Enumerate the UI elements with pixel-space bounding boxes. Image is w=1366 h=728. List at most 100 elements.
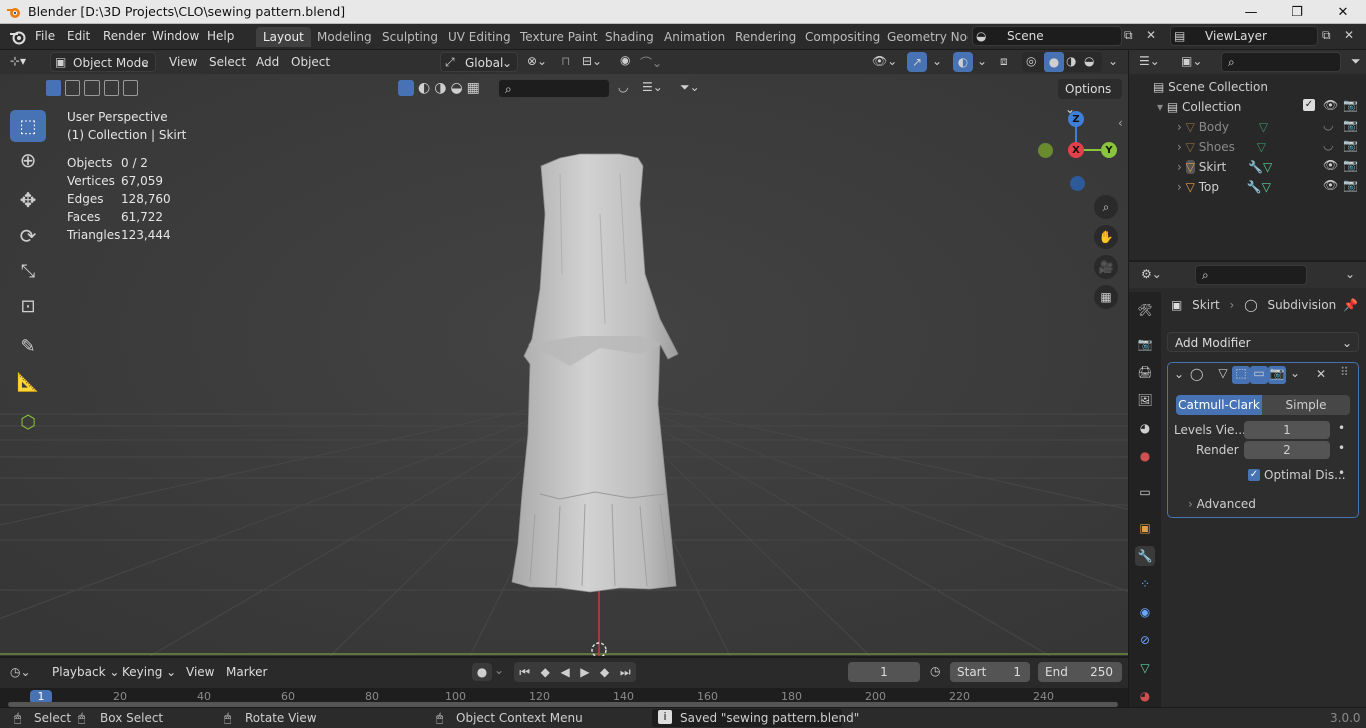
sidebar-toggle-icon[interactable]: ‹ (1118, 116, 1123, 130)
visibility-icon[interactable]: 👁⌄ (872, 54, 897, 68)
edit-cage-icon[interactable]: ▽ (1214, 366, 1232, 384)
top-render-icon[interactable]: 📷 (1343, 178, 1358, 192)
filter-render-icon[interactable]: ◒ (450, 80, 462, 98)
gizmo-dropdown-icon[interactable]: ⌄ (932, 54, 942, 68)
viewport-menu-select[interactable]: Select (209, 55, 246, 69)
shading-dropdown-icon[interactable]: ⌄ (1108, 54, 1118, 68)
tab-layout[interactable]: Layout (256, 27, 311, 47)
constraints-tab-icon[interactable]: ⊘ (1135, 630, 1155, 650)
keying-dropdown-icon[interactable]: ⌄ (494, 663, 510, 681)
remove-modifier-icon[interactable]: ✕ (1316, 367, 1326, 381)
menu-edit[interactable]: Edit (67, 29, 90, 43)
auto-keying-icon[interactable]: ● (472, 663, 492, 681)
gizmo-neg-y-axis[interactable] (1038, 143, 1053, 158)
scene-selector[interactable]: Scene (972, 26, 1122, 46)
outliner-filter-icon[interactable]: ⏷ (1351, 54, 1361, 69)
play-icon[interactable]: ▶ (580, 665, 589, 679)
add-modifier-dropdown[interactable]: Add Modifier ⌄ (1167, 332, 1359, 352)
physics-tab-icon[interactable]: ◉ (1135, 602, 1155, 622)
body-render-icon[interactable]: 📷 (1343, 118, 1358, 132)
material-tab-icon[interactable]: ◕ (1135, 686, 1155, 706)
tab-shading[interactable]: Shading (598, 27, 661, 47)
advanced-subpanel[interactable]: › Advanced (1188, 497, 1256, 511)
list-view-icon[interactable]: ☰⌄ (642, 80, 663, 94)
rendered-shading-icon[interactable]: ◒ (1084, 54, 1094, 68)
proportional-edit-icon[interactable]: ◉ (620, 53, 630, 67)
menu-file[interactable]: File (35, 29, 55, 43)
outliner-collection[interactable]: ▾ ▤ Collection (1157, 100, 1241, 114)
tab-geometry-nodes[interactable]: Geometry Nod (880, 27, 968, 47)
move-tool[interactable]: ✥ (10, 184, 46, 216)
delete-view-layer-icon[interactable]: ✕ (1344, 28, 1354, 42)
top-visibility-icon[interactable]: 👁 (1323, 178, 1338, 192)
render-keyframe-dot-icon[interactable]: • (1338, 441, 1345, 455)
simple-button[interactable]: Simple (1262, 395, 1350, 415)
timeline-menu-playback[interactable]: Playback ⌄ (52, 665, 119, 679)
preview-range-icon[interactable]: ◷ (930, 664, 940, 678)
filter-dashboard-icon[interactable]: ▦ (467, 80, 480, 98)
start-frame-field[interactable]: Start 1 (950, 662, 1030, 682)
tab-rendering[interactable]: Rendering (728, 27, 803, 47)
skirt-visibility-icon[interactable]: 👁 (1323, 158, 1338, 172)
select-extend-icon[interactable] (65, 80, 81, 96)
view-layer-selector[interactable]: ViewLayer (1170, 26, 1318, 46)
overlay-dropdown-icon[interactable]: ⌄ (977, 54, 987, 68)
delete-scene-icon[interactable]: ✕ (1146, 28, 1156, 42)
solid-shading-icon[interactable]: ● (1044, 52, 1064, 72)
viewport-menu-view[interactable]: View (169, 55, 197, 69)
edit-mode-icon[interactable]: ⬚ (1232, 366, 1250, 384)
tab-animation[interactable]: Animation (657, 27, 732, 47)
properties-search-input[interactable]: ⌕ (1195, 265, 1307, 285)
levels-keyframe-dot-icon[interactable]: • (1338, 421, 1345, 435)
tab-modeling[interactable]: Modeling (310, 27, 379, 47)
properties-editor-type-icon[interactable]: ⚙⌄ (1141, 267, 1162, 281)
modifier-menu-icon[interactable]: ⌄ (1286, 366, 1304, 384)
viewport-menu-add[interactable]: Add (256, 55, 279, 69)
viewport-display-icon[interactable]: ▭ (1250, 366, 1268, 384)
collection-tab-icon[interactable]: ▭ (1135, 482, 1155, 502)
transform-tool[interactable]: ⊡ (10, 290, 46, 322)
gizmo-x-axis[interactable]: X (1068, 142, 1084, 158)
tab-compositing[interactable]: Compositing (798, 27, 887, 47)
gizmo-neg-z-axis[interactable] (1070, 176, 1085, 191)
catmull-clark-button[interactable]: Catmull-Clark (1176, 395, 1262, 415)
editor-type-icon[interactable]: ⊹▾ (10, 54, 26, 68)
gizmo-y-axis[interactable]: Y (1101, 142, 1117, 158)
pivot-point-icon[interactable]: ⊗⌄ (527, 54, 547, 68)
filter-mesh-icon[interactable]: ◐ (418, 80, 430, 98)
filter-funnel-icon[interactable]: ⏷⌄ (680, 80, 700, 95)
timeline-menu-marker[interactable]: Marker (226, 665, 267, 679)
jump-end-icon[interactable]: ⏭ (620, 665, 631, 680)
new-scene-icon[interactable]: ⧉ (1124, 28, 1133, 43)
overlay-toggle-icon[interactable]: ◐ (953, 52, 973, 72)
annotate-tool[interactable]: ✎ (10, 330, 46, 362)
material-shading-icon[interactable]: ◑ (1066, 54, 1076, 68)
tab-sculpting[interactable]: Sculpting (375, 27, 445, 47)
outliner-item-top[interactable]: › ▽ Top 🔧▽ (1177, 180, 1271, 194)
outliner-item-shoes[interactable]: › ▽ Shoes ▽ (1177, 140, 1266, 154)
add-cube-tool[interactable]: ⬡ (10, 406, 46, 438)
outliner-display-mode-icon[interactable]: ▣⌄ (1181, 54, 1202, 68)
modifier-tab-icon[interactable]: 🔧 (1135, 546, 1155, 566)
current-frame-field[interactable]: 1 (848, 662, 920, 682)
collection-visibility-icon[interactable]: 👁 (1323, 98, 1338, 112)
menu-help[interactable]: Help (207, 29, 234, 43)
options-dropdown[interactable]: Options ⌄ (1058, 79, 1122, 116)
blender-menu-icon[interactable] (9, 28, 27, 46)
menu-window[interactable]: Window (152, 29, 199, 43)
measure-tool[interactable]: 📐 (10, 366, 46, 398)
pin-icon[interactable]: 📌 (1343, 298, 1358, 312)
select-intersect-icon[interactable] (122, 80, 138, 96)
render-display-icon[interactable]: 📷 (1268, 366, 1286, 384)
scale-tool[interactable]: ⤡ (10, 255, 46, 287)
tab-texture-paint[interactable]: Texture Paint (513, 27, 604, 47)
gizmo-toggle-icon[interactable]: ↗ (907, 52, 927, 72)
drag-handle-icon[interactable]: ⠿ (1340, 365, 1349, 379)
particles-tab-icon[interactable]: ⁘ (1135, 574, 1155, 594)
close-window-button[interactable]: ✕ (1320, 0, 1366, 24)
outliner-search-input[interactable]: ⌕ (1221, 52, 1341, 72)
select-new-icon[interactable] (46, 80, 62, 96)
timeline-menu-view[interactable]: View (186, 665, 214, 679)
select-invert-icon[interactable] (103, 80, 119, 96)
snap-icon[interactable]: ⊓ (561, 54, 570, 68)
